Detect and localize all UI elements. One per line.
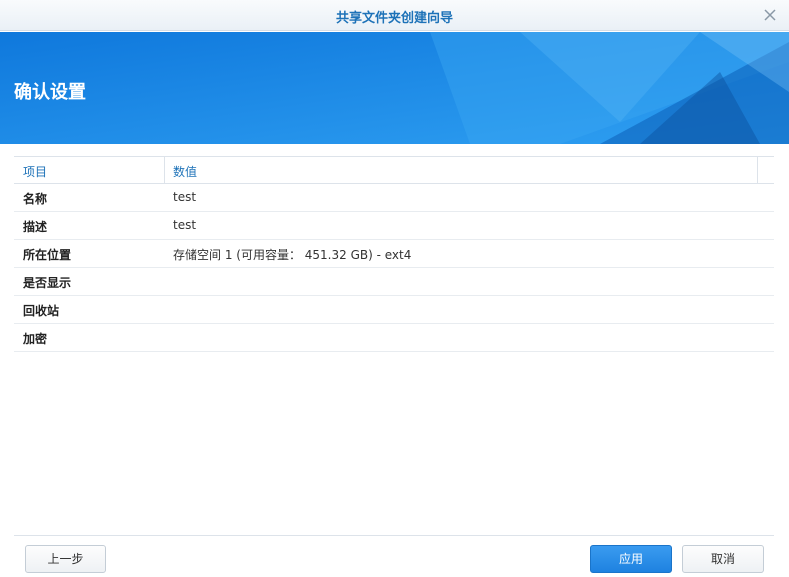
column-header-value[interactable]: 数值	[173, 163, 197, 180]
column-divider	[757, 157, 758, 183]
settings-table: 项目 数值 名称 test 描述 test 所在位置 存储空间 1 (可用容量：…	[14, 156, 774, 352]
window-titlebar: 共享文件夹创建向导	[0, 0, 789, 31]
cancel-button[interactable]: 取消	[682, 545, 764, 573]
column-header-item[interactable]: 项目	[23, 163, 47, 180]
banner-background	[0, 32, 789, 144]
page-title: 确认设置	[14, 82, 86, 103]
previous-step-button[interactable]: 上一步	[25, 545, 106, 573]
window-title: 共享文件夹创建向导	[335, 11, 453, 26]
row-key: 是否显示	[23, 276, 72, 290]
table-row: 描述 test	[14, 212, 774, 240]
row-key: 加密	[23, 332, 48, 346]
row-value: test	[173, 190, 197, 204]
row-key: 所在位置	[23, 248, 72, 262]
row-key: 回收站	[23, 304, 60, 318]
table-header: 项目 数值	[14, 156, 774, 184]
apply-button[interactable]: 应用	[590, 545, 672, 573]
row-value: 存储空间 1 (可用容量： 451.32 GB) - ext4	[173, 248, 412, 262]
wizard-banner: 确认设置	[0, 32, 789, 144]
column-divider	[164, 157, 165, 183]
row-key: 描述	[23, 220, 48, 234]
table-row: 是否显示	[14, 268, 774, 296]
close-icon[interactable]	[763, 8, 777, 22]
footer-divider	[14, 535, 774, 536]
table-row: 回收站	[14, 296, 774, 324]
table-row: 名称 test	[14, 184, 774, 212]
row-key: 名称	[23, 192, 48, 206]
row-value: test	[173, 218, 197, 232]
table-row: 加密	[14, 324, 774, 352]
table-row: 所在位置 存储空间 1 (可用容量： 451.32 GB) - ext4	[14, 240, 774, 268]
